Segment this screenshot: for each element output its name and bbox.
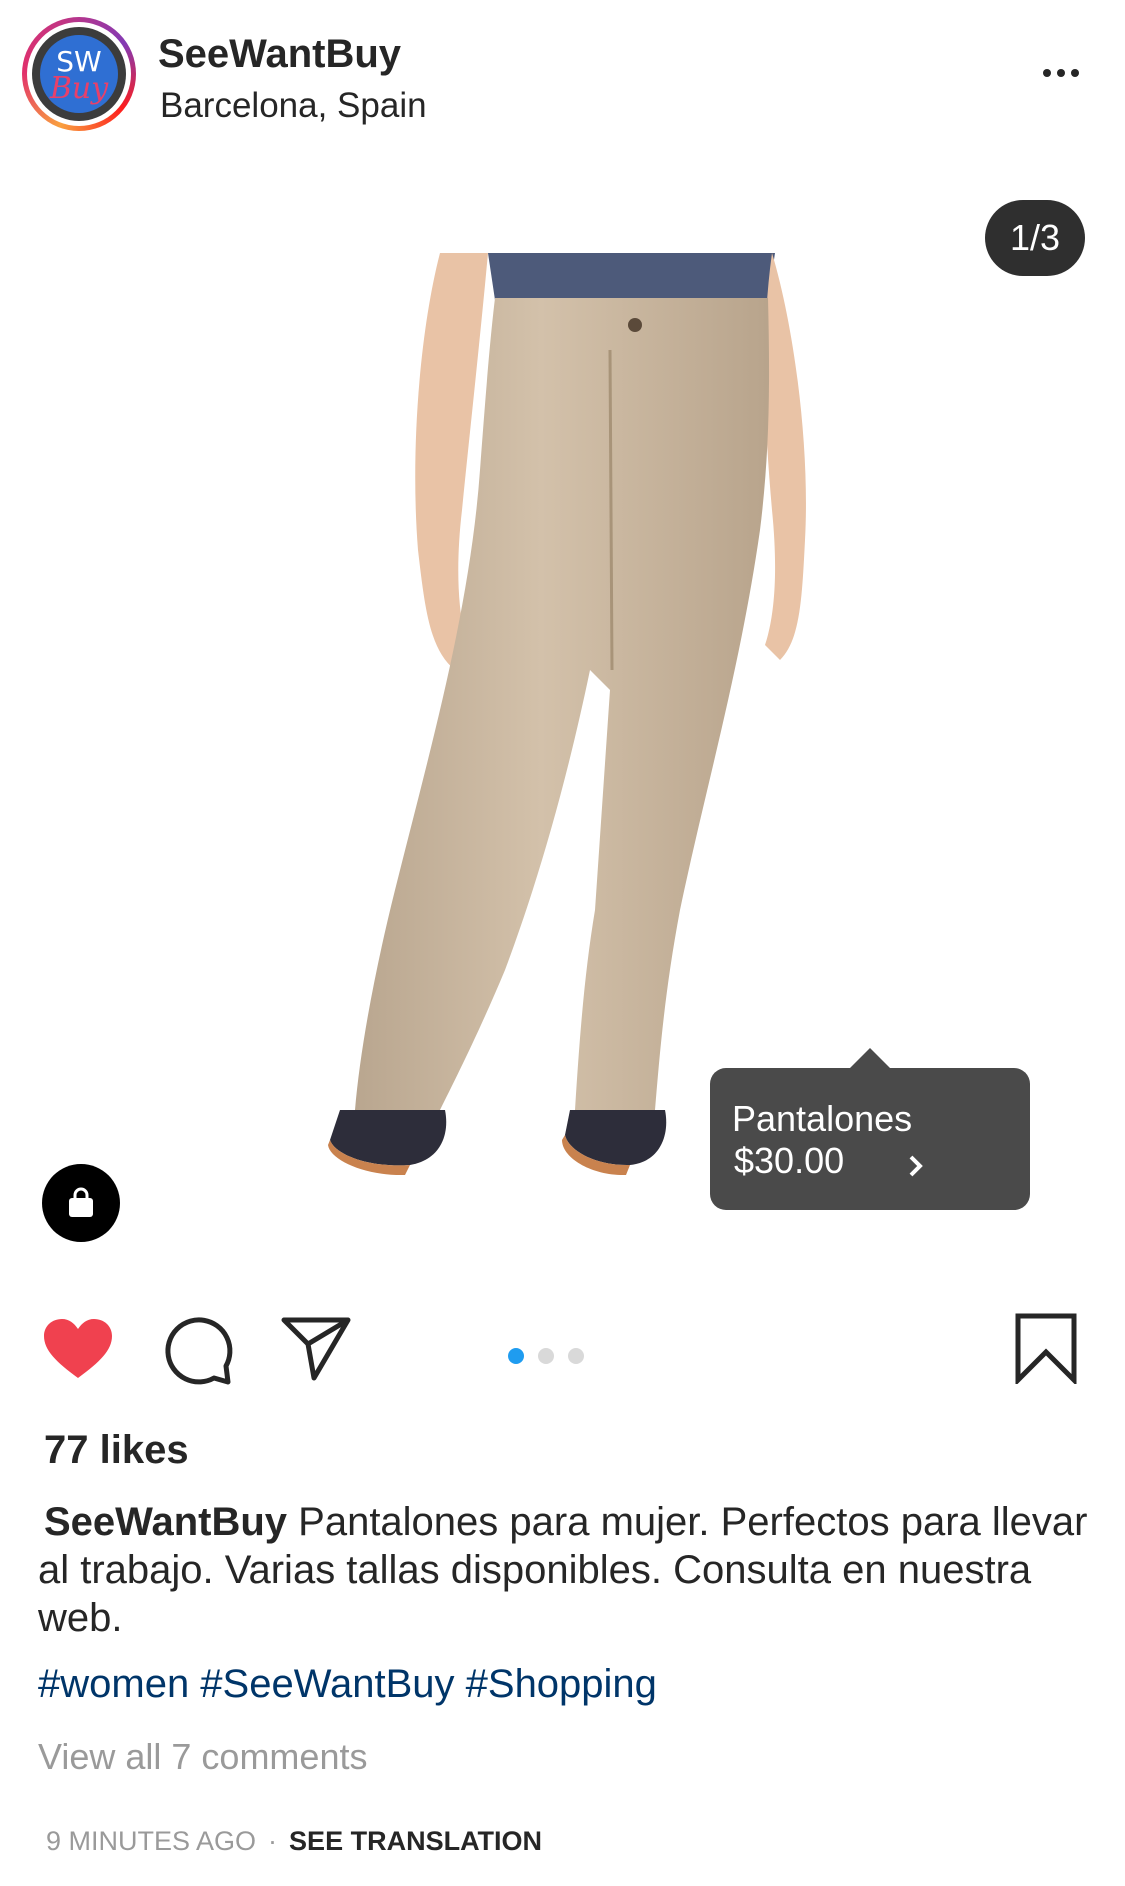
post-location[interactable]: Barcelona, Spain bbox=[160, 86, 427, 126]
avatar[interactable]: SW Buy bbox=[22, 17, 136, 131]
brand-logo: SW Buy bbox=[40, 35, 118, 113]
product-tag[interactable]: Pantalones $30.00 bbox=[710, 1048, 1030, 1210]
avatar-frame: SW Buy bbox=[32, 27, 126, 121]
view-comments-link[interactable]: View all 7 comments bbox=[38, 1736, 367, 1778]
product-name: Pantalones bbox=[732, 1098, 913, 1139]
comment-icon[interactable] bbox=[162, 1314, 234, 1386]
avatar-ring: SW Buy bbox=[27, 22, 131, 126]
send-icon[interactable] bbox=[280, 1316, 352, 1382]
bookmark-icon[interactable] bbox=[1014, 1312, 1078, 1384]
carousel-indicator bbox=[508, 1348, 584, 1364]
see-translation-link[interactable]: SEE TRANSLATION bbox=[289, 1826, 542, 1856]
shopping-bag-icon bbox=[69, 1187, 93, 1217]
more-horizontal-icon bbox=[1057, 69, 1065, 77]
footer-separator: · bbox=[268, 1826, 278, 1856]
chevron-right-icon bbox=[909, 1155, 923, 1177]
account-username[interactable]: SeeWantBuy bbox=[158, 32, 401, 77]
heart-filled-icon[interactable] bbox=[42, 1318, 114, 1382]
likes-count[interactable]: 77 likes bbox=[44, 1428, 189, 1473]
image-counter: 1/3 bbox=[985, 200, 1085, 276]
shopping-bag-button[interactable] bbox=[42, 1164, 120, 1242]
post-timestamp: 9 MINUTES AGO bbox=[46, 1826, 257, 1856]
carousel-dot bbox=[538, 1348, 554, 1364]
post-header: SW Buy SeeWantBuy Barcelona, Spain bbox=[0, 0, 1125, 150]
more-options-button[interactable] bbox=[1036, 58, 1086, 88]
carousel-dot-active bbox=[508, 1348, 524, 1364]
carousel-dot bbox=[568, 1348, 584, 1364]
product-price: $30.00 bbox=[734, 1140, 845, 1181]
hashtags[interactable]: #women #SeeWantBuy #Shopping bbox=[38, 1662, 657, 1707]
more-horizontal-icon bbox=[1043, 69, 1051, 77]
post-footer: 9 MINUTES AGO · SEE TRANSLATION bbox=[46, 1826, 542, 1857]
more-horizontal-icon bbox=[1071, 69, 1079, 77]
logo-text-bottom: Buy bbox=[49, 71, 109, 106]
caption-username[interactable]: SeeWantBuy bbox=[44, 1500, 287, 1544]
post-caption: SeeWantBuy Pantalones para mujer. Perfec… bbox=[38, 1498, 1098, 1642]
